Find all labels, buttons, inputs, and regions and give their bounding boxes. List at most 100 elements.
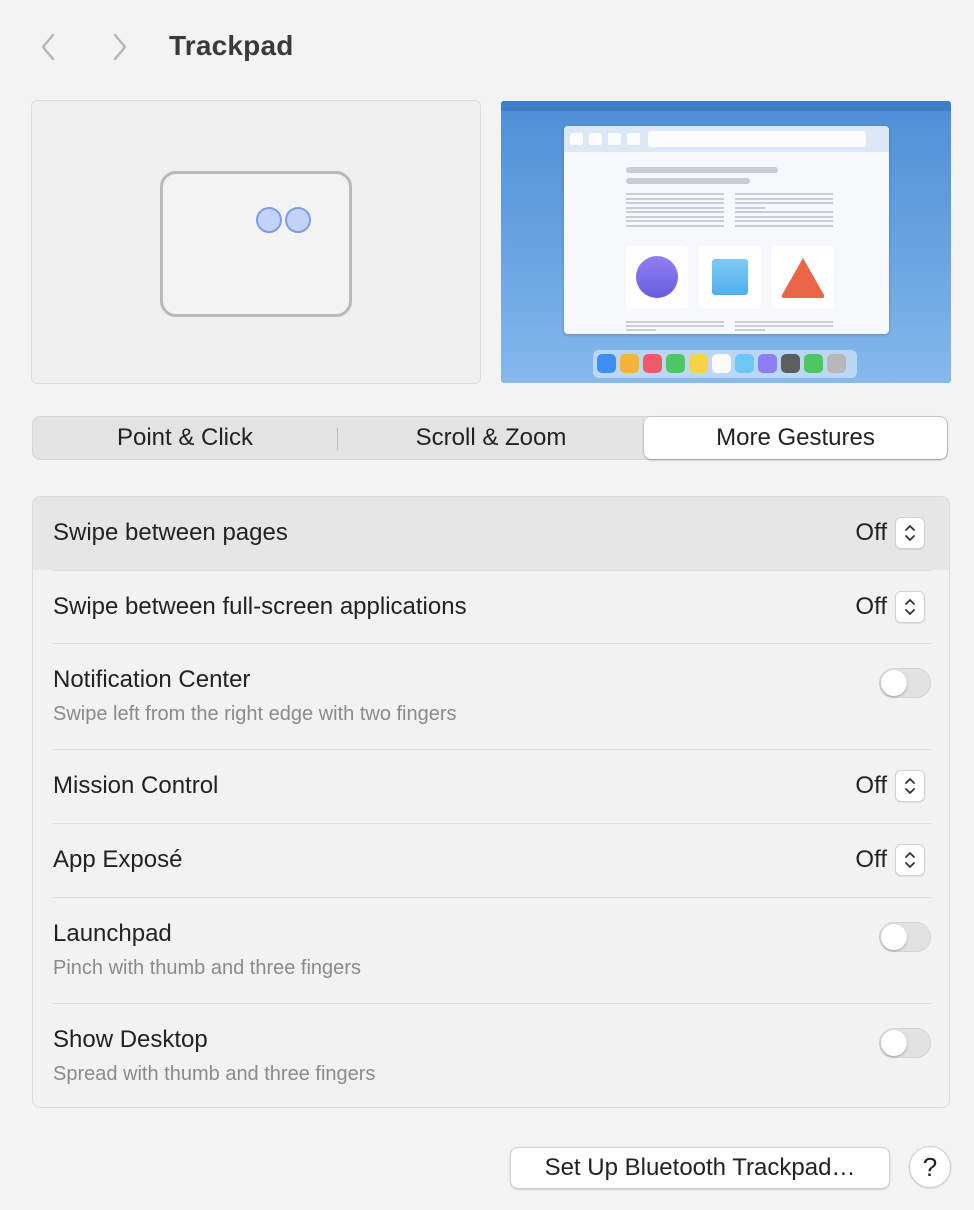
show-desktop-toggle[interactable] — [879, 1028, 931, 1058]
preview-text-line — [626, 329, 656, 331]
preview-text-line — [735, 220, 833, 222]
toggle-knob — [881, 670, 907, 696]
dock-icon — [689, 354, 708, 373]
setting-label: Notification Center — [53, 666, 251, 693]
circle-shape-icon — [636, 256, 678, 298]
chevron-right-icon — [113, 33, 127, 61]
chevron-up-down-icon — [905, 852, 915, 868]
tab-scroll-and-zoom[interactable]: Scroll & Zoom — [338, 417, 644, 459]
setting-label: Mission Control — [53, 772, 219, 799]
chevron-up-down-icon — [905, 525, 915, 541]
preview-text-line — [735, 224, 833, 227]
preview-address-bar — [648, 131, 866, 147]
setting-subtitle: Spread with thumb and three fingers — [53, 1063, 376, 1085]
finger-dot-icon — [285, 207, 311, 233]
trackpad-illustration — [160, 171, 352, 317]
back-button[interactable] — [30, 28, 66, 66]
dock-icon — [643, 354, 662, 373]
setting-row-launchpad: Launchpad Pinch with thumb and three fin… — [33, 898, 949, 1003]
setting-row-app-expose: App Exposé Off — [33, 824, 949, 897]
preview-toolbar-button — [608, 133, 621, 145]
preview-window — [564, 126, 889, 334]
dock-icon — [712, 354, 731, 373]
preview-toolbar-button — [570, 133, 583, 145]
dock-icon — [781, 354, 800, 373]
preview-text-line — [735, 321, 833, 323]
preview-text-line — [626, 325, 724, 327]
forward-button[interactable] — [102, 28, 138, 66]
dock-icon — [666, 354, 685, 373]
setting-row-swipe-between-pages: Swipe between pages Off — [33, 497, 949, 570]
setting-row-swipe-between-full-screen-applications: Swipe between full-screen applications O… — [33, 571, 949, 644]
popup-stepper[interactable] — [895, 591, 925, 623]
popup-value[interactable]: Off — [855, 846, 887, 874]
dock-icon — [758, 354, 777, 373]
setting-label: Launchpad — [53, 920, 172, 947]
preview-text-line — [626, 193, 724, 195]
dock-icon — [827, 354, 846, 373]
preview-text-line — [626, 197, 724, 200]
setup-bluetooth-trackpad-button[interactable]: Set Up Bluetooth Trackpad… — [510, 1147, 890, 1189]
page-title: Trackpad — [169, 30, 294, 61]
setting-label: Show Desktop — [53, 1026, 208, 1053]
help-button[interactable]: ? — [909, 1146, 951, 1188]
preview-text-line — [626, 224, 724, 227]
preview-dock — [593, 350, 857, 378]
preview-text-line — [735, 197, 833, 200]
popup-value[interactable]: Off — [855, 519, 887, 547]
preview-text-line — [735, 329, 765, 331]
preview-text-line — [735, 193, 833, 195]
popup-value[interactable]: Off — [855, 772, 887, 800]
launchpad-toggle[interactable] — [879, 922, 931, 952]
preview-toolbar-button — [589, 133, 602, 145]
chevron-up-down-icon — [905, 599, 915, 615]
preview-heading-line — [626, 178, 750, 184]
setting-subtitle: Swipe left from the right edge with two … — [53, 703, 457, 725]
triangle-shape-icon — [781, 258, 825, 298]
preview-text-line — [626, 215, 724, 218]
square-shape-icon — [712, 259, 748, 295]
preview-card-triangle — [772, 246, 834, 308]
setting-label: App Exposé — [53, 846, 183, 873]
chevron-up-down-icon — [905, 778, 915, 794]
preview-card-circle — [626, 246, 688, 308]
popup-stepper[interactable] — [895, 517, 925, 549]
preview-heading-line — [626, 167, 778, 173]
finger-dot-icon — [256, 207, 282, 233]
setting-label: Swipe between pages — [53, 519, 288, 546]
dock-icon — [804, 354, 823, 373]
toggle-knob — [881, 1030, 907, 1056]
preview-card-square — [699, 246, 761, 308]
preview-text-line — [626, 206, 724, 209]
tab-more-gestures[interactable]: More Gestures — [644, 417, 947, 459]
preview-text-line — [735, 211, 833, 213]
preview-text-line — [626, 321, 724, 323]
dock-icon — [597, 354, 616, 373]
preview-text-line — [626, 211, 724, 213]
popup-stepper[interactable] — [895, 844, 925, 876]
setting-subtitle: Pinch with thumb and three fingers — [53, 957, 361, 979]
dock-icon — [735, 354, 754, 373]
gesture-preview — [31, 100, 481, 384]
popup-value[interactable]: Off — [855, 593, 887, 621]
preview-text-line — [735, 202, 833, 204]
preview-text-line — [626, 202, 724, 204]
desktop-menubar — [501, 101, 951, 111]
preview-text-line — [735, 215, 833, 218]
popup-stepper[interactable] — [895, 770, 925, 802]
setting-row-mission-control: Mission Control Off — [33, 750, 949, 823]
preview-text-line — [626, 220, 724, 222]
notification-center-toggle[interactable] — [879, 668, 931, 698]
chevron-left-icon — [41, 33, 55, 61]
toggle-knob — [881, 924, 907, 950]
screen-preview — [501, 101, 951, 383]
preview-text-line — [735, 325, 833, 327]
setting-row-show-desktop: Show Desktop Spread with thumb and three… — [33, 1004, 949, 1107]
setting-row-notification-center: Notification Center Swipe left from the … — [33, 644, 949, 749]
dock-icon — [620, 354, 639, 373]
settings-list: Swipe between pages Off Swipe between fu… — [32, 496, 950, 1108]
tab-bar: Point & Click Scroll & Zoom More Gesture… — [32, 416, 948, 460]
tab-point-and-click[interactable]: Point & Click — [33, 417, 337, 459]
preview-toolbar-button — [627, 133, 640, 145]
preview-text-line — [735, 206, 765, 209]
